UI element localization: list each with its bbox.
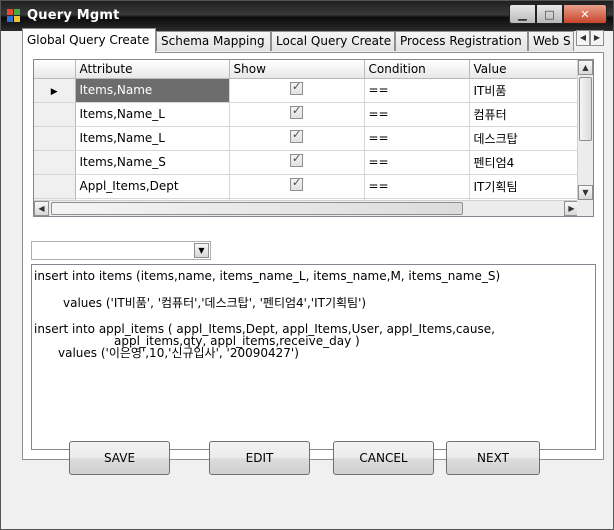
grid-vertical-scrollbar[interactable]: ▲ ▼	[577, 60, 593, 200]
scroll-left-button[interactable]: ◀	[34, 201, 49, 216]
row-header[interactable]	[34, 150, 76, 175]
tab-label: Schema Mapping	[161, 34, 265, 48]
condition-cell[interactable]: ==	[364, 102, 470, 127]
table-row[interactable]: Items,Name_L == 컴퓨터	[34, 102, 579, 127]
table-row[interactable]: Appl_Items,Dept == IT기획팀	[34, 174, 579, 199]
tab-label: Global Query Create	[27, 33, 150, 47]
value-cell[interactable]: 데스크탑	[469, 126, 579, 151]
row-header-corner	[34, 60, 76, 79]
show-cell[interactable]	[229, 126, 365, 151]
column-header-show[interactable]: Show	[229, 60, 365, 79]
sql-line: values ('이은영',10,'신규입사', '20090427')	[58, 346, 299, 360]
scrollbar-corner	[577, 200, 593, 216]
value-cell[interactable]: IT기획팀	[469, 174, 579, 199]
attribute-cell[interactable]: Items,Name_L	[75, 126, 230, 151]
show-checkbox[interactable]	[290, 128, 303, 143]
chevron-right-icon: ▶	[568, 204, 575, 213]
tab-local-query-create[interactable]: Local Query Create	[271, 31, 395, 51]
tab-process-registration[interactable]: Process Registration	[395, 31, 528, 51]
table-row[interactable]: ▶ Items,Name == IT비품	[34, 78, 579, 103]
scroll-up-button[interactable]: ▲	[578, 60, 593, 75]
show-cell[interactable]	[229, 78, 365, 103]
minimize-icon: ▁	[518, 7, 527, 21]
row-header[interactable]	[34, 126, 76, 151]
tab-label: Local Query Create	[276, 34, 392, 48]
attribute-cell[interactable]: Appl_Items,Dept	[75, 174, 230, 199]
close-icon: ✕	[580, 7, 590, 21]
show-cell[interactable]	[229, 174, 365, 199]
chevron-down-icon: ▼	[582, 188, 589, 197]
chevron-left-icon: ◀	[579, 33, 587, 42]
row-header[interactable]: ▶	[34, 78, 76, 103]
attribute-cell[interactable]: Items,Name	[75, 78, 230, 103]
row-header[interactable]	[34, 102, 76, 127]
window-title: Query Mgmt	[27, 8, 120, 23]
tab-scroll-left-button[interactable]: ◀	[576, 30, 590, 46]
maximize-icon: □	[544, 7, 555, 21]
show-checkbox[interactable]	[290, 152, 303, 167]
cancel-button[interactable]: CANCEL	[333, 441, 434, 475]
close-button[interactable]: ✕	[563, 4, 607, 24]
grid-horizontal-scrollbar[interactable]: ◀ ▶	[34, 200, 579, 216]
show-cell[interactable]	[229, 150, 365, 175]
grid-header-row: Attribute Show Condition Value	[34, 60, 579, 79]
show-cell[interactable]	[229, 102, 365, 127]
show-checkbox[interactable]	[290, 80, 303, 95]
tab-scroll-right-button[interactable]: ▶	[590, 30, 604, 46]
scroll-down-button[interactable]: ▼	[578, 185, 593, 200]
column-header-condition[interactable]: Condition	[364, 60, 470, 79]
table-row[interactable]: Items,Name_S == 펜티엄4	[34, 150, 579, 175]
condition-cell[interactable]: ==	[364, 174, 470, 199]
next-button[interactable]: NEXT	[446, 441, 540, 475]
tab-strip: Global Query Create Schema Mapping Local…	[22, 28, 608, 53]
value-cell[interactable]: IT비품	[469, 78, 579, 103]
attribute-cell[interactable]: Items,Name_S	[75, 150, 230, 175]
condition-cell[interactable]: ==	[364, 150, 470, 175]
sql-textarea[interactable]: insert into items (items,name, items_nam…	[31, 264, 596, 450]
query-select-combo[interactable]: ▼	[31, 241, 211, 260]
column-header-value[interactable]: Value	[469, 60, 579, 79]
tab-label: Web S	[533, 34, 571, 48]
current-row-arrow-icon: ▶	[50, 87, 58, 97]
show-checkbox[interactable]	[290, 176, 303, 191]
tab-panel-global-query-create: Attribute Show Condition Value ▶ Items,N…	[22, 52, 604, 460]
row-header[interactable]	[34, 174, 76, 199]
condition-cell[interactable]: ==	[364, 126, 470, 151]
vertical-scroll-thumb[interactable]	[579, 77, 592, 141]
combo-dropdown-button[interactable]: ▼	[194, 243, 209, 258]
value-cell[interactable]: 컴퓨터	[469, 102, 579, 127]
chevron-up-icon: ▲	[582, 63, 589, 72]
minimize-button[interactable]: ▁	[509, 4, 536, 24]
tab-label: Process Registration	[400, 34, 522, 48]
title-bar[interactable]: Query Mgmt ▁ □ ✕	[1, 1, 613, 31]
condition-cell[interactable]: ==	[364, 78, 470, 103]
attribute-cell[interactable]: Items,Name_L	[75, 102, 230, 127]
horizontal-scroll-thumb[interactable]	[51, 202, 463, 215]
tab-schema-mapping[interactable]: Schema Mapping	[156, 31, 271, 51]
value-cell[interactable]: 펜티엄4	[469, 150, 579, 175]
save-button[interactable]: SAVE	[69, 441, 170, 475]
edit-button[interactable]: EDIT	[209, 441, 310, 475]
chevron-down-icon: ▼	[198, 246, 205, 255]
attribute-grid: Attribute Show Condition Value ▶ Items,N…	[33, 59, 594, 217]
chevron-left-icon: ◀	[38, 204, 45, 213]
sql-line: insert into items (items,name, items_nam…	[34, 269, 501, 283]
show-checkbox[interactable]	[290, 104, 303, 119]
app-icon	[7, 9, 21, 23]
maximize-button[interactable]: □	[536, 4, 563, 24]
chevron-right-icon: ▶	[593, 33, 601, 42]
tab-global-query-create[interactable]: Global Query Create	[22, 28, 156, 53]
column-header-attribute[interactable]: Attribute	[75, 60, 230, 79]
sql-line: values ('IT비품', '컴퓨터','데스크탑', '펜티엄4','IT…	[63, 296, 367, 310]
table-row[interactable]: Items,Name_L == 데스크탑	[34, 126, 579, 151]
tab-web-service[interactable]: Web S	[528, 31, 574, 51]
